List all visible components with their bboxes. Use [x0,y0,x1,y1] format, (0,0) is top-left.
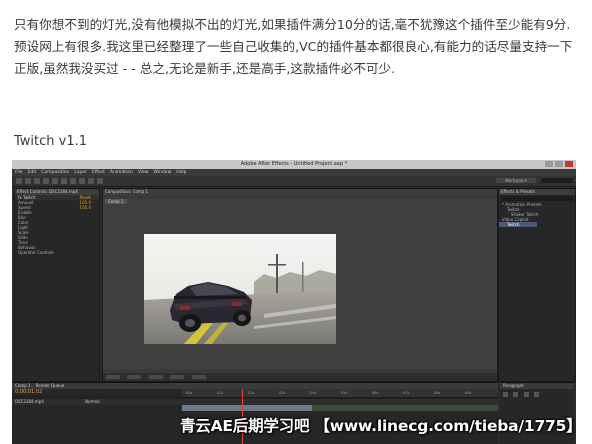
paragraph-tab: Paragraph [500,383,574,389]
align-right-icon [523,392,529,397]
menu-item-window: Window [153,170,172,175]
effect-row: Operator Controls [15,250,99,255]
resolution-control [127,375,142,379]
ruler-tick: 03s [279,391,286,395]
watermark-text: 青云AE后期学习吧 【www.linecg.com/tieba/1775】 [180,417,576,435]
camera-tool-icon [52,178,58,184]
effect-controls-panel: Effect Controls: DSC2284.mp4 fx Twitch R… [14,188,100,382]
menu-item-edit: Edit [27,170,37,175]
zoom-tool-icon [34,178,40,184]
text-tool-icon [88,178,94,184]
close-icon [565,161,573,167]
effect-row-value: 100.0 [79,205,91,210]
brush-tool-icon [97,178,103,184]
tab-render-queue: Render Queue [35,383,65,388]
effect-row-label: Operator Controls [18,250,54,255]
composition-tab: Composition: Comp 1 [103,189,497,195]
ruler-tick: 04s [310,391,317,395]
ruler-tick: 06s [372,391,379,395]
hand-tool-icon [25,178,31,184]
window-title: Adobe After Effects - Untitled Project.a… [240,161,348,167]
mask-tool-icon [70,178,76,184]
align-left-icon [503,392,508,397]
comp-sub-tab: Comp 1 [105,199,127,204]
menu-item-layer: Layer [74,170,87,175]
view-count-control [191,375,206,379]
layer-duration-bar [182,405,312,411]
timecode-control [148,375,163,379]
composition-footer [103,373,497,381]
pen-tool-icon [79,178,85,184]
menu-item-file: File [15,170,23,175]
ruler-tick: 05s [341,391,348,395]
camera-view-control [170,375,185,379]
menu-item-help: Help [176,170,187,175]
layer-name: DSC2284.mp4 [15,399,44,404]
ruler-tick: 02s [248,391,255,395]
tools-bar: Workspace [12,176,576,187]
effects-search-field [501,196,573,201]
article-paragraph: 只有你想不到的灯光,没有他模拟不出的灯光,如果插件满分10分的话,毫不犹豫这个插… [14,17,573,76]
workspace-selector: Workspace [496,178,536,183]
effects-presets-tab: Effects & Presets [499,189,575,195]
video-frame-image [144,234,336,344]
pan-tool-icon [61,178,67,184]
menu-item-effect: Effect [91,170,105,175]
section-title: Twitch v1.1 [14,134,88,149]
zoom-control [106,375,120,379]
window-controls [545,161,573,167]
menu-item-view: View [137,170,149,175]
menu-item-composition: Composition [41,170,70,175]
rotate-tool-icon [43,178,49,184]
menu-bar: File Edit Composition Layer Effect Anima… [12,169,576,176]
layer-work-area-bar [312,405,498,411]
ruler-tick: 01s [217,391,224,395]
minimize-icon [545,161,553,167]
time-ruler: 00s 01s 02s 03s 04s 05s 06s 07s 08s 09s [182,389,498,398]
justify-icon [534,392,540,397]
menu-item-animation: Animation [109,170,133,175]
ruler-tick: 00s [186,391,193,395]
layer-mode: Normal [85,399,100,404]
ruler-tick: 09s [465,391,472,395]
align-center-icon [513,392,519,397]
after-effects-screenshot: Adobe After Effects - Untitled Project.a… [12,160,576,444]
tab-comp1: Comp 1 [15,383,31,388]
selection-tool-icon [16,178,22,184]
search-help-field [541,178,573,183]
maximize-icon [555,161,563,167]
window-title-bar: Adobe After Effects - Untitled Project.a… [12,160,576,169]
ruler-tick: 08s [434,391,441,395]
car-drift-image [144,234,336,344]
effects-presets-panel: Effects & Presets * Animation Presets Tw… [498,188,576,382]
preset-row-selected: Twitch [499,222,537,227]
ruler-tick: 07s [403,391,410,395]
